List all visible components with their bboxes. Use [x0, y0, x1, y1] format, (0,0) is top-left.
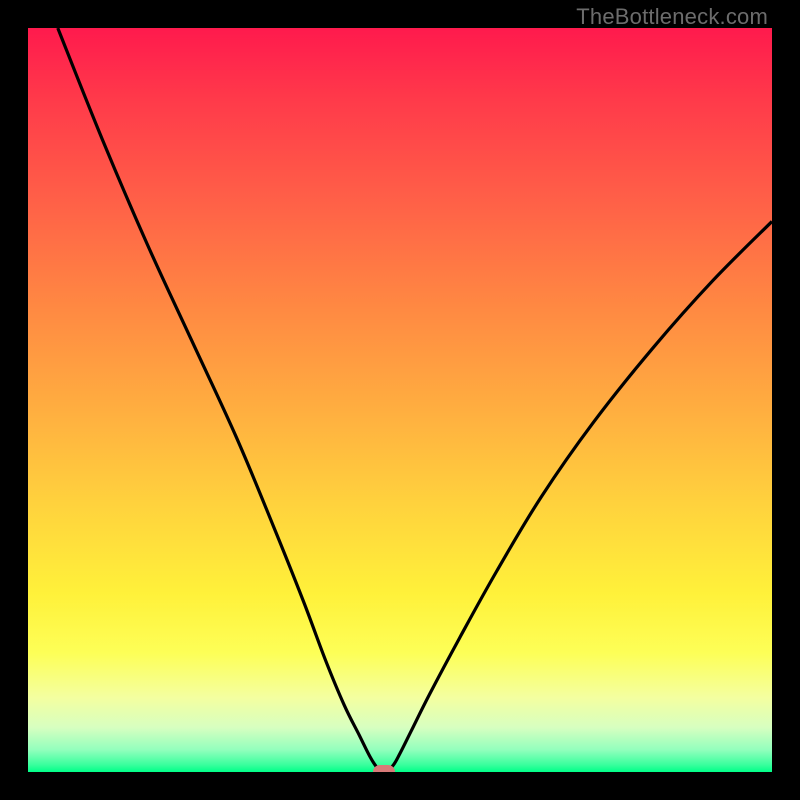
watermark-text: TheBottleneck.com — [576, 4, 768, 30]
chart-frame — [0, 0, 800, 800]
